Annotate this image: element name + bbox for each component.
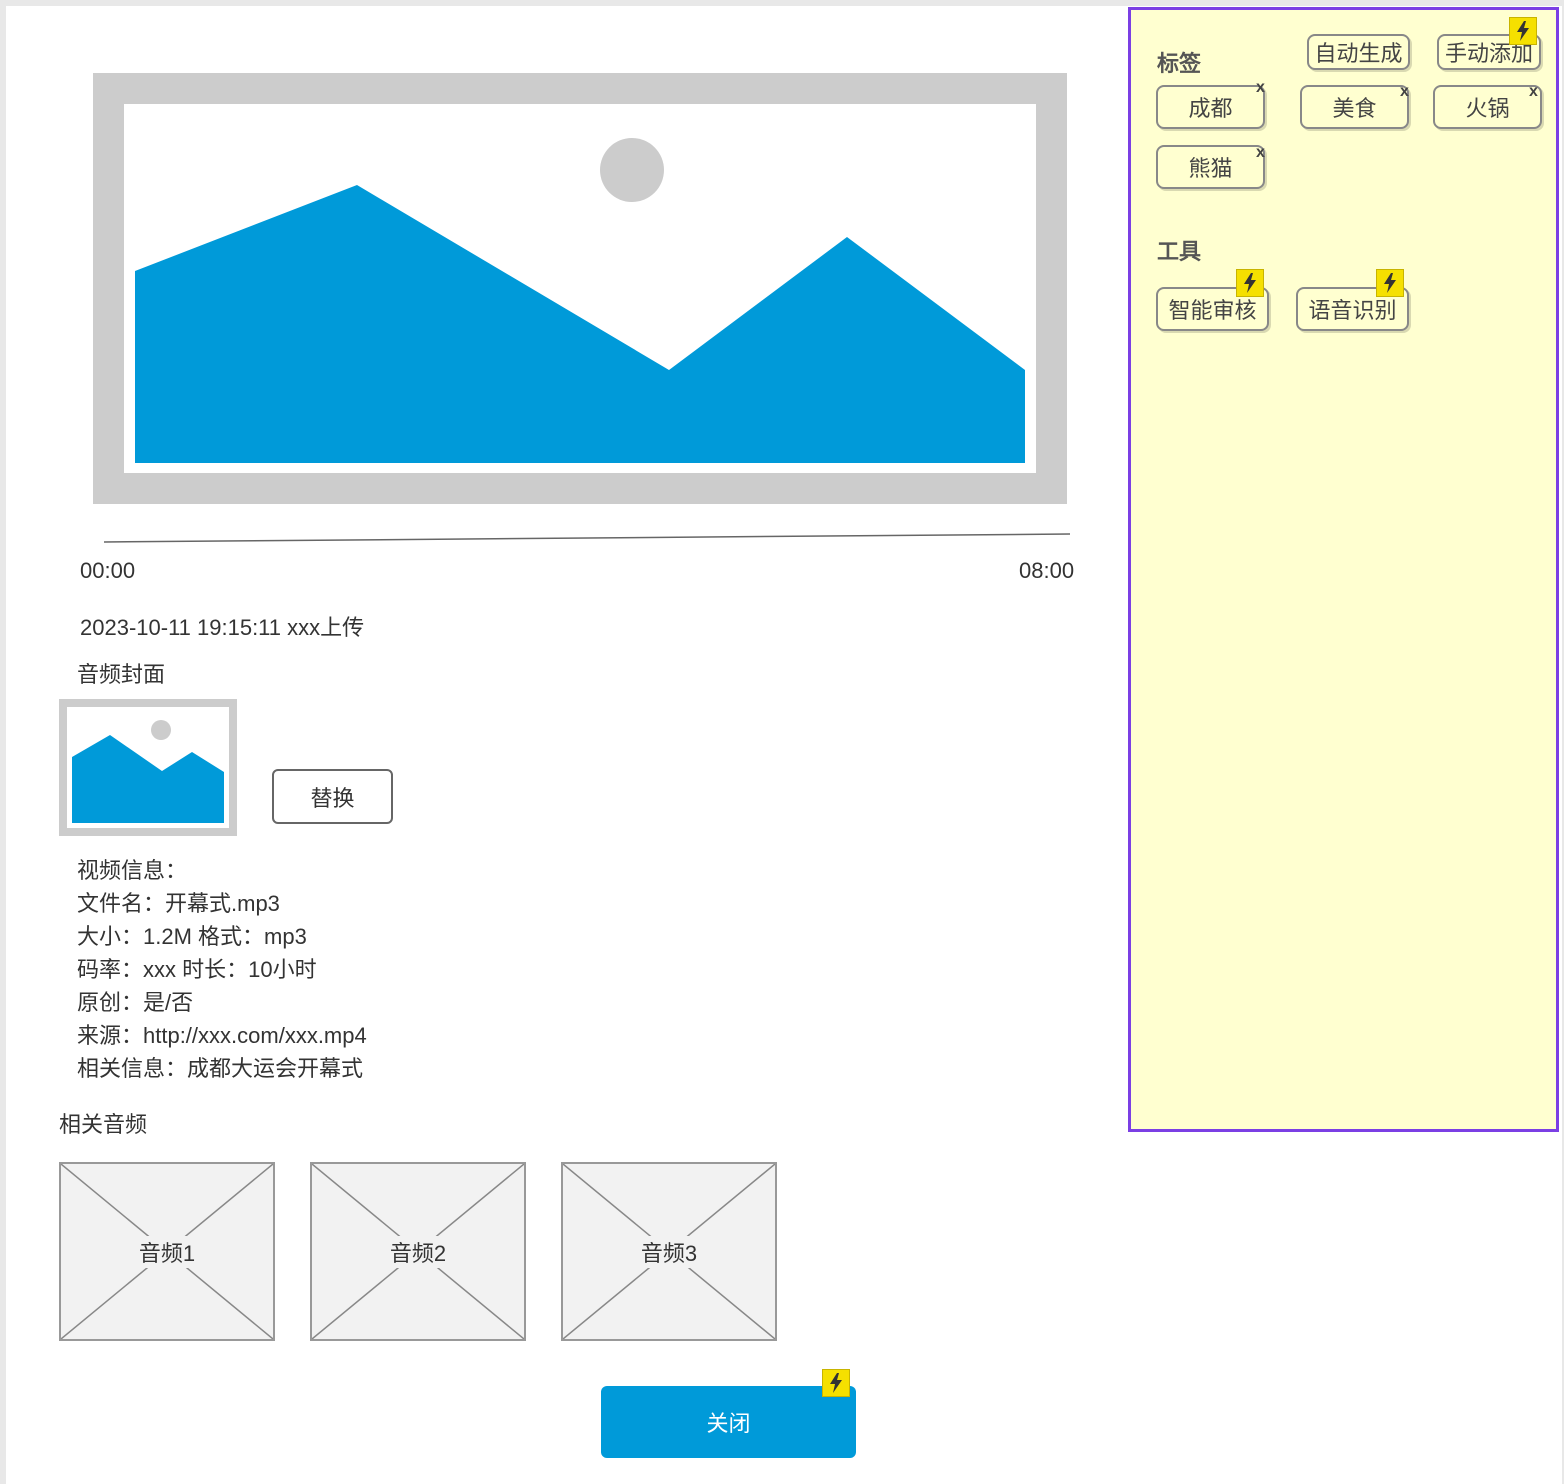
video-info-heading: 视频信息： [77,858,188,883]
tag-food[interactable]: 美食 [1300,85,1409,129]
tag-chengdu[interactable]: 成都 [1156,85,1265,129]
lightning-icon [1376,269,1404,297]
image-placeholder-icon [135,138,1025,463]
remove-tag-icon[interactable]: x [1256,79,1265,97]
info-bitrate-duration: 码率：xxx 时长：10小时 [77,957,317,982]
related-audio-label: 音频3 [638,1235,700,1268]
remove-tag-icon[interactable]: x [1529,83,1538,101]
tools-heading: 工具 [1157,239,1202,264]
close-button[interactable]: 关闭 [601,1386,856,1458]
cover-image [67,707,229,828]
replace-cover-button[interactable]: 替换 [272,769,393,824]
related-audio-item[interactable]: 音频3 [561,1162,777,1341]
info-original: 原创：是/否 [77,990,194,1015]
info-related: 相关信息：成都大运会开幕式 [77,1056,364,1081]
related-audio-item[interactable]: 音频2 [310,1162,526,1341]
time-start: 00:00 [80,558,136,583]
image-placeholder-icon [72,720,224,823]
tags-heading: 标签 [1157,51,1202,76]
progress-track[interactable] [104,530,1070,546]
related-heading: 相关音频 [59,1112,148,1137]
tag-hotpot[interactable]: 火锅 [1433,85,1542,129]
video-player-preview [124,104,1036,473]
lightning-icon [1236,269,1264,297]
remove-tag-icon[interactable]: x [1256,144,1265,162]
auto-generate-button[interactable]: 自动生成 [1307,34,1410,70]
video-info-block: 视频信息： 文件名：开幕式.mp3 大小：1.2M 格式：mp3 码率：xxx … [77,854,367,1085]
info-source: 来源：http://xxx.com/xxx.mp4 [77,1023,367,1048]
cover-heading: 音频封面 [77,662,166,687]
time-end: 08:00 [1019,558,1075,583]
lightning-icon [822,1369,850,1397]
related-audio-item[interactable]: 音频1 [59,1162,275,1341]
related-audio-label: 音频2 [387,1235,449,1268]
info-size-format: 大小：1.2M 格式：mp3 [77,924,307,949]
tag-panda[interactable]: 熊猫 [1156,145,1265,189]
info-filename: 文件名：开幕式.mp3 [77,891,280,916]
related-audio-label: 音频1 [136,1235,198,1268]
upload-info: 2023-10-11 19:15:11 xxx上传 [80,615,365,640]
remove-tag-icon[interactable]: x [1400,83,1409,101]
lightning-icon [1509,17,1537,45]
